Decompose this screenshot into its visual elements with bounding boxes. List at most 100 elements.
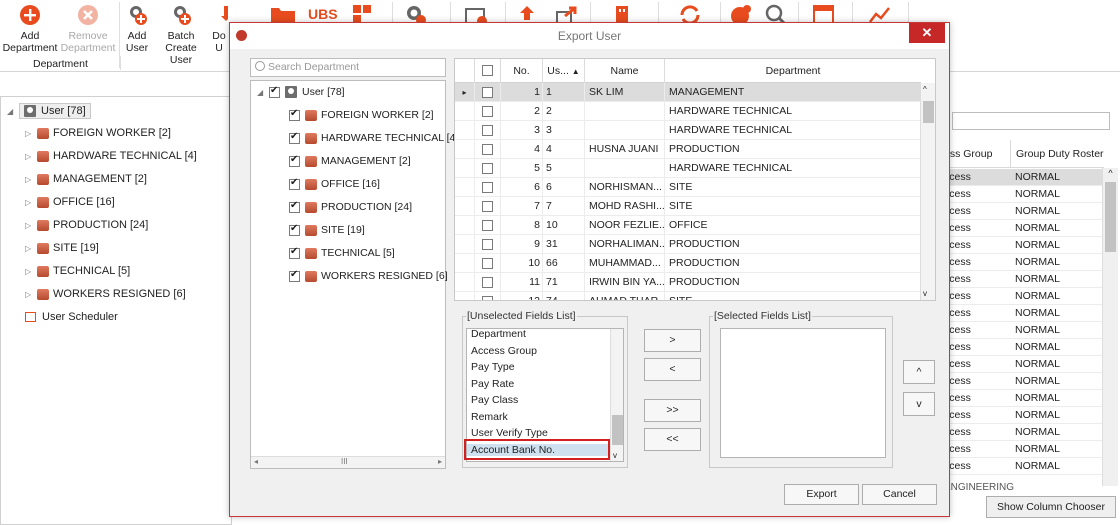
scroll-left-icon[interactable]: ◂	[254, 457, 258, 466]
row-checkbox[interactable]	[482, 144, 493, 155]
tree-item-technical[interactable]: ▷ TECHNICAL [5]	[25, 265, 130, 277]
row-checkbox-cell[interactable]	[475, 254, 501, 273]
department-checkbox[interactable]	[289, 200, 300, 213]
user-grid-row[interactable]: 12 74 AHMAD THAR... SITE	[455, 292, 921, 300]
dlg-tree-item[interactable]: HARDWARE TECHNICAL [4]	[289, 131, 458, 144]
user-grid-row[interactable]: 3 3 HARDWARE TECHNICAL	[455, 121, 921, 140]
row-checkbox[interactable]	[482, 258, 493, 269]
collapse-triangle-icon[interactable]: ◢	[257, 88, 269, 97]
tree-item-user-scheduler[interactable]: User Scheduler	[25, 311, 118, 323]
remove-department-button[interactable]: Remove Department	[60, 2, 116, 54]
unselected-field-item[interactable]: Pay Type	[471, 361, 515, 373]
row-checkbox-cell[interactable]	[475, 83, 501, 102]
row-checkbox[interactable]	[482, 87, 493, 98]
dlg-tree-root[interactable]: ◢ User [78]	[257, 85, 345, 98]
background-grid-row[interactable]: ccess NORMAL	[944, 271, 1104, 288]
background-grid-row[interactable]: ccess NORMAL	[944, 169, 1104, 186]
expand-triangle-icon[interactable]: ▷	[25, 267, 37, 276]
row-checkbox-cell[interactable]	[475, 159, 501, 178]
row-checkbox[interactable]	[482, 106, 493, 117]
row-checkbox[interactable]	[482, 220, 493, 231]
scroll-up-icon[interactable]: ^	[1104, 168, 1117, 182]
unselected-field-item[interactable]: Remark	[471, 411, 508, 423]
scroll-down-icon[interactable]: v	[613, 451, 617, 460]
user-grid-row[interactable]: 8 10 NOOR FEZLIE... OFFICE	[455, 216, 921, 235]
background-grid-row[interactable]: ccess NORMAL	[944, 288, 1104, 305]
tree-item-management[interactable]: ▷ MANAGEMENT [2]	[25, 173, 147, 185]
scroll-grip[interactable]: III	[341, 457, 348, 466]
tree-item-workers-resigned[interactable]: ▷ WORKERS RESIGNED [6]	[25, 288, 186, 300]
background-grid-row[interactable]: ccess NORMAL	[944, 356, 1104, 373]
row-checkbox-cell[interactable]	[475, 102, 501, 121]
background-grid-row[interactable]: ccess NORMAL	[944, 339, 1104, 356]
department-checkbox[interactable]	[289, 223, 300, 236]
background-grid-row[interactable]: ccess NORMAL	[944, 254, 1104, 271]
tree-item-hardware-technical[interactable]: ▷ HARDWARE TECHNICAL [4]	[25, 150, 197, 162]
expand-triangle-icon[interactable]: ▷	[25, 221, 37, 230]
expand-triangle-icon[interactable]: ▷	[25, 175, 37, 184]
scroll-down-icon[interactable]: v	[923, 289, 927, 298]
header-access-group[interactable]: ess Group	[944, 148, 992, 160]
root-checkbox[interactable]	[269, 85, 280, 98]
collapse-triangle-icon[interactable]: ◢	[7, 107, 19, 116]
user-grid-row[interactable]: 10 66 MUHAMMAD... PRODUCTION	[455, 254, 921, 273]
department-checkbox[interactable]	[289, 154, 300, 167]
add-department-button[interactable]: Add Department	[2, 2, 58, 54]
remove-all-fields-button[interactable]: <<	[644, 428, 701, 451]
background-grid-row[interactable]: ccess NORMAL	[944, 237, 1104, 254]
background-grid-row[interactable]: ccess NORMAL	[944, 458, 1104, 475]
header-name[interactable]: Name	[585, 59, 665, 83]
background-grid-row[interactable]: ccess NORMAL	[944, 186, 1104, 203]
select-all-checkbox[interactable]	[482, 65, 493, 76]
background-grid-row[interactable]: ccess NORMAL	[944, 390, 1104, 407]
dlg-tree-item[interactable]: SITE [19]	[289, 223, 365, 236]
dlg-tree-item[interactable]: OFFICE [16]	[289, 177, 380, 190]
unselected-list-scrollbar[interactable]: v	[610, 329, 623, 461]
row-checkbox[interactable]	[482, 277, 493, 288]
department-checkbox[interactable]	[289, 177, 300, 190]
header-select-all[interactable]	[475, 59, 501, 83]
tree-horizontal-scrollbar[interactable]: ◂ III ▸	[251, 456, 445, 468]
scroll-thumb[interactable]	[1105, 182, 1116, 252]
expand-triangle-icon[interactable]: ▷	[25, 198, 37, 207]
export-button[interactable]: Export	[784, 484, 859, 505]
scroll-thumb[interactable]	[923, 101, 934, 123]
department-checkbox[interactable]	[289, 131, 300, 144]
search-department-input[interactable]: Search Department	[250, 58, 446, 77]
background-grid-row[interactable]: ccess NORMAL	[944, 203, 1104, 220]
row-checkbox-cell[interactable]	[475, 273, 501, 292]
show-column-chooser-button[interactable]: Show Column Chooser	[986, 496, 1116, 518]
dlg-tree-item[interactable]: PRODUCTION [24]	[289, 200, 412, 213]
tree-item-office[interactable]: ▷ OFFICE [16]	[25, 196, 115, 208]
user-grid-row[interactable]: 4 4 HUSNA JUANI PRODUCTION	[455, 140, 921, 159]
row-checkbox-cell[interactable]	[475, 140, 501, 159]
close-button[interactable]: ✕	[909, 23, 945, 43]
tree-root-user[interactable]: ◢ User [78]	[7, 103, 91, 119]
scroll-up-icon[interactable]: ^	[923, 85, 927, 94]
expand-triangle-icon[interactable]: ▷	[25, 129, 37, 138]
user-grid-row[interactable]: 11 71 IRWIN BIN YA... PRODUCTION	[455, 273, 921, 292]
move-up-button[interactable]: ^	[903, 360, 935, 384]
background-grid-row[interactable]: ccess NORMAL	[944, 220, 1104, 237]
expand-triangle-icon[interactable]: ▷	[25, 152, 37, 161]
header-group-duty-roster[interactable]: Group Duty Roster	[1016, 148, 1104, 160]
background-grid-row[interactable]: ccess NORMAL	[944, 424, 1104, 441]
ubs-icon[interactable]: UBS	[308, 6, 338, 22]
row-checkbox[interactable]	[482, 239, 493, 250]
unselected-field-item[interactable]: Access Group	[471, 345, 537, 357]
row-checkbox[interactable]	[482, 296, 493, 300]
background-grid-row[interactable]: ccess NORMAL	[944, 305, 1104, 322]
unselected-field-item[interactable]: Department	[471, 329, 526, 340]
user-grid-row[interactable]: ▸ 1 1 SK LIM MANAGEMENT	[455, 83, 921, 102]
unselected-field-item[interactable]: Pay Rate	[471, 378, 514, 390]
tree-item-site[interactable]: ▷ SITE [19]	[25, 242, 99, 254]
selected-fields-list[interactable]	[720, 328, 886, 458]
unselected-field-item[interactable]: Pay Class	[471, 394, 518, 406]
row-checkbox-cell[interactable]	[475, 216, 501, 235]
add-field-button[interactable]: >	[644, 329, 701, 352]
user-grid-scrollbar[interactable]: ^ v	[920, 83, 935, 300]
dlg-tree-item[interactable]: FOREIGN WORKER [2]	[289, 108, 434, 121]
scroll-thumb[interactable]	[612, 415, 623, 445]
user-grid-row[interactable]: 5 5 HARDWARE TECHNICAL	[455, 159, 921, 178]
department-checkbox[interactable]	[289, 246, 300, 259]
